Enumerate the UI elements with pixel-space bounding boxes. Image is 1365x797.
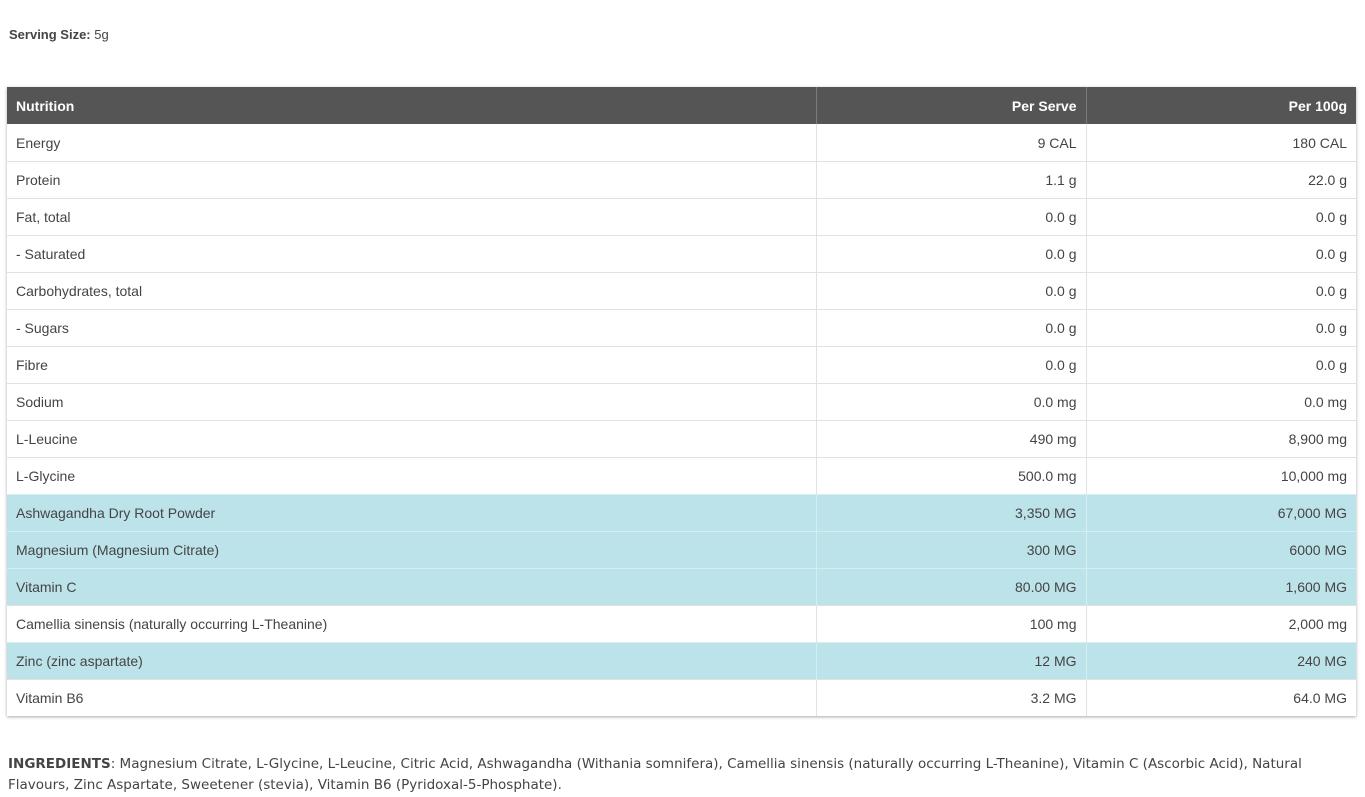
table-row: Protein 1.1 g 22.0 g bbox=[7, 161, 1356, 199]
per-100g-value: 67,000 MG bbox=[1086, 494, 1356, 532]
per-100g-value: 0.0 g bbox=[1086, 346, 1356, 384]
table-row: Zinc (zinc aspartate) 12 MG 240 MG bbox=[7, 642, 1356, 680]
per-100g-value: 6000 MG bbox=[1086, 531, 1356, 569]
nutrient-name: Magnesium (Magnesium Citrate) bbox=[7, 531, 817, 569]
ingredients-text: : Magnesium Citrate, L-Glycine, L-Leucin… bbox=[8, 756, 1302, 793]
table-row: Magnesium (Magnesium Citrate) 300 MG 6000 … bbox=[7, 531, 1356, 569]
per-serve-value: 490 mg bbox=[816, 420, 1087, 458]
nutrient-name: Fat, total bbox=[7, 198, 817, 236]
header-nutrition: Nutrition bbox=[7, 87, 817, 124]
per-100g-value: 0.0 g bbox=[1086, 198, 1356, 236]
per-serve-value: 0.0 g bbox=[816, 346, 1087, 384]
nutrition-table-container: Nutrition Per Serve Per 100g Energy 9 CAL… bbox=[7, 87, 1356, 716]
per-100g-value: 240 MG bbox=[1086, 642, 1356, 680]
per-serve-value: 100 mg bbox=[816, 605, 1087, 643]
header-per-100g: Per 100g bbox=[1086, 87, 1356, 124]
serving-size-label: Serving Size: bbox=[9, 27, 91, 42]
nutrient-name: - Saturated bbox=[7, 235, 817, 273]
nutrient-name: Protein bbox=[7, 161, 817, 199]
table-row: Vitamin B6 3.2 MG 64.0 MG bbox=[7, 679, 1356, 716]
header-per-serve: Per Serve bbox=[816, 87, 1087, 124]
per-serve-value: 0.0 mg bbox=[816, 383, 1087, 421]
nutrition-table-body: Energy 9 CAL 180 CAL Protein 1.1 g 22.0 g Fat,… bbox=[7, 124, 1356, 716]
table-row: Camellia sinensis (naturally occurring L… bbox=[7, 605, 1356, 643]
per-100g-value: 10,000 mg bbox=[1086, 457, 1356, 495]
per-serve-value: 0.0 g bbox=[816, 198, 1087, 236]
table-row: Fat, total 0.0 g 0.0 g bbox=[7, 198, 1356, 236]
table-row: - Saturated 0.0 g 0.0 g bbox=[7, 235, 1356, 273]
nutrient-name: Fibre bbox=[7, 346, 817, 384]
table-row: L-Leucine 490 mg 8,900 mg bbox=[7, 420, 1356, 458]
per-serve-value: 300 MG bbox=[816, 531, 1087, 569]
nutrient-name: Zinc (zinc aspartate) bbox=[7, 642, 817, 680]
per-100g-value: 22.0 g bbox=[1086, 161, 1356, 199]
nutrient-name: Sodium bbox=[7, 383, 817, 421]
table-row: Fibre 0.0 g 0.0 g bbox=[7, 346, 1356, 384]
nutrition-table-header: Nutrition Per Serve Per 100g bbox=[7, 87, 1356, 124]
per-serve-value: 0.0 g bbox=[816, 235, 1087, 273]
nutrient-name: Camellia sinensis (naturally occurring L… bbox=[7, 605, 817, 643]
ingredients-label: INGREDIENTS bbox=[8, 756, 111, 772]
nutrient-name: L-Glycine bbox=[7, 457, 817, 495]
per-100g-value: 64.0 MG bbox=[1086, 679, 1356, 716]
per-100g-value: 180 CAL bbox=[1292, 134, 1347, 151]
nutrient-name: Carbohydrates, total bbox=[7, 272, 817, 310]
per-serve-value: 9 CAL bbox=[816, 124, 1087, 162]
per-100g-value: 1,600 MG bbox=[1086, 568, 1356, 606]
per-100g-value: 8,900 mg bbox=[1086, 420, 1356, 458]
nutrient-name: - Sugars bbox=[7, 309, 817, 347]
per-100g-value: 0.0 g bbox=[1086, 235, 1356, 273]
per-serve-value: 3,350 MG bbox=[816, 494, 1087, 532]
nutrient-name: Vitamin C bbox=[7, 568, 817, 606]
per-100g-value: 0.0 g bbox=[1086, 272, 1356, 310]
table-row: Energy 9 CAL 180 CAL bbox=[7, 124, 1356, 162]
header-row: Nutrition Per Serve Per 100g bbox=[7, 87, 1356, 124]
nutrient-name: Energy bbox=[7, 124, 817, 162]
per-serve-value: 1.1 g bbox=[816, 161, 1087, 199]
per-serve-value: 80.00 MG bbox=[816, 568, 1087, 606]
per-serve-value: 12 MG bbox=[816, 642, 1087, 680]
table-row: Sodium 0.0 mg 0.0 mg bbox=[7, 383, 1356, 421]
table-row: Carbohydrates, total 0.0 g 0.0 g bbox=[7, 272, 1356, 310]
table-row: Ashwagandha Dry Root Powder 3,350 MG 67,00… bbox=[7, 494, 1356, 532]
per-100g-value: 0.0 mg bbox=[1086, 383, 1356, 421]
per-serve-value: 0.0 g bbox=[816, 309, 1087, 347]
serving-size-value: 5g bbox=[90, 27, 109, 42]
table-row: - Sugars 0.0 g 0.0 g bbox=[7, 309, 1356, 347]
per-serve-value: 0.0 g bbox=[816, 272, 1087, 310]
nutrition-table: Nutrition Per Serve Per 100g Energy 9 CAL… bbox=[7, 87, 1356, 716]
nutrient-name: Vitamin B6 bbox=[7, 679, 817, 716]
nutrient-name: L-Leucine bbox=[7, 420, 817, 458]
nutrient-name: Ashwagandha Dry Root Powder bbox=[7, 494, 817, 532]
serving-size: Serving Size: 5g bbox=[9, 27, 109, 43]
table-row: Vitamin C 80.00 MG 1,600 MG bbox=[7, 568, 1356, 606]
per-100g-value: 0.0 g bbox=[1086, 309, 1356, 347]
table-row: L-Glycine 500.0 mg 10,000 mg bbox=[7, 457, 1356, 495]
per-serve-value: 3.2 MG bbox=[816, 679, 1087, 716]
ingredients-section: INGREDIENTS: Magnesium Citrate, L-Glycin… bbox=[8, 754, 1348, 796]
per-serve-value: 500.0 mg bbox=[816, 457, 1087, 495]
per-100g-value: 2,000 mg bbox=[1086, 605, 1356, 643]
